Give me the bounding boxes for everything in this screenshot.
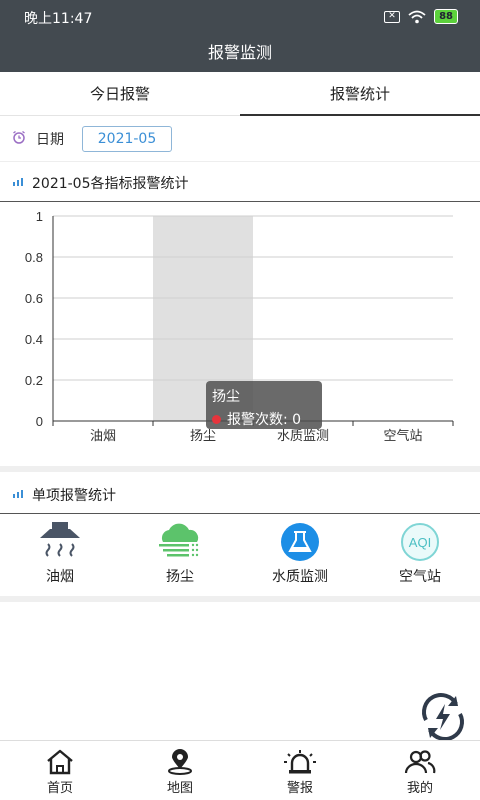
chart-section-title: 2021-05各指标报警统计 bbox=[32, 176, 189, 192]
flask-icon bbox=[281, 523, 319, 561]
single-item-label: 空气站 bbox=[399, 569, 441, 585]
y-tick-label: 0.4 bbox=[25, 332, 43, 347]
battery-icon: 88 bbox=[434, 9, 458, 24]
section-divider bbox=[0, 596, 480, 602]
bar-chart-icon bbox=[13, 490, 23, 498]
nav-label: 首页 bbox=[46, 781, 73, 796]
series-color-dot bbox=[212, 414, 221, 424]
single-item-dust[interactable]: 扬尘 bbox=[120, 514, 240, 594]
bottom-nav: 首页 地图 警报 我的 bbox=[0, 740, 480, 800]
date-label: 日期 bbox=[36, 132, 64, 148]
wifi-icon bbox=[408, 10, 426, 23]
user-group-icon bbox=[404, 750, 436, 774]
single-item-label: 扬尘 bbox=[166, 569, 194, 585]
y-tick-label: 0 bbox=[36, 414, 43, 429]
tab-today-alarms[interactable]: 今日报警 bbox=[0, 72, 240, 115]
y-tick-label: 0.8 bbox=[25, 250, 43, 265]
x-tick-label: 水质监测 bbox=[277, 429, 329, 444]
tooltip-title: 扬尘 bbox=[212, 389, 240, 405]
tab-alarm-stats[interactable]: 报警统计 bbox=[240, 72, 480, 116]
map-pin-icon bbox=[168, 749, 192, 775]
x-tick-label: 扬尘 bbox=[190, 429, 216, 444]
x-tick-label: 油烟 bbox=[90, 429, 116, 444]
chart-section-header: 2021-05各指标报警统计 bbox=[0, 162, 480, 202]
refresh-flash-icon[interactable] bbox=[416, 690, 470, 744]
single-alarm-list: 油烟 扬尘 水质监测 AQI 空气站 bbox=[0, 514, 480, 594]
section-divider bbox=[0, 466, 480, 472]
status-bar: 晚上11:47 ✕ 88 bbox=[0, 0, 480, 34]
nav-map[interactable]: 地图 bbox=[120, 741, 240, 800]
y-tick-label: 0.2 bbox=[25, 373, 43, 388]
nav-home[interactable]: 首页 bbox=[0, 741, 120, 800]
single-section-header: 单项报警统计 bbox=[0, 474, 480, 514]
status-time: 晚上11:47 bbox=[24, 11, 93, 27]
nav-label: 警报 bbox=[286, 781, 313, 796]
single-item-water-quality[interactable]: 水质监测 bbox=[240, 514, 360, 594]
chart-tooltip: 扬尘 报警次数: 0 bbox=[206, 381, 322, 429]
bar-chart-icon bbox=[13, 178, 23, 186]
y-tick-label: 0.6 bbox=[25, 291, 43, 306]
single-item-label: 水质监测 bbox=[272, 569, 328, 585]
single-item-oil-fume[interactable]: 油烟 bbox=[0, 514, 120, 594]
range-hood-icon bbox=[40, 522, 80, 557]
alarm-icon bbox=[284, 750, 316, 774]
date-filter-row: 日期 2021-05 bbox=[0, 116, 480, 162]
date-picker[interactable]: 2021-05 bbox=[82, 126, 172, 152]
single-item-label: 油烟 bbox=[46, 569, 74, 585]
page-title: 报警监测 bbox=[0, 34, 480, 72]
nav-label: 地图 bbox=[166, 781, 193, 796]
single-section-title: 单项报警统计 bbox=[32, 488, 116, 504]
dust-cloud-icon bbox=[159, 523, 199, 557]
alarm-clock-icon bbox=[13, 130, 25, 144]
status-icons: ✕ 88 bbox=[384, 9, 458, 24]
nav-label: 我的 bbox=[406, 781, 433, 796]
home-icon bbox=[47, 749, 73, 775]
aqi-icon: AQI bbox=[401, 523, 439, 561]
y-tick-label: 1 bbox=[36, 209, 43, 224]
aqi-icon-text: AQI bbox=[409, 535, 431, 550]
nav-mine[interactable]: 我的 bbox=[360, 741, 480, 800]
tooltip-value: 报警次数: 0 bbox=[227, 412, 302, 428]
tab-bar: 今日报警 报警统计 bbox=[0, 72, 480, 116]
no-sim-icon: ✕ bbox=[384, 10, 401, 23]
x-tick-label: 空气站 bbox=[383, 428, 422, 444]
single-item-air-station[interactable]: AQI 空气站 bbox=[360, 514, 480, 594]
nav-alarm[interactable]: 警报 bbox=[240, 741, 360, 800]
